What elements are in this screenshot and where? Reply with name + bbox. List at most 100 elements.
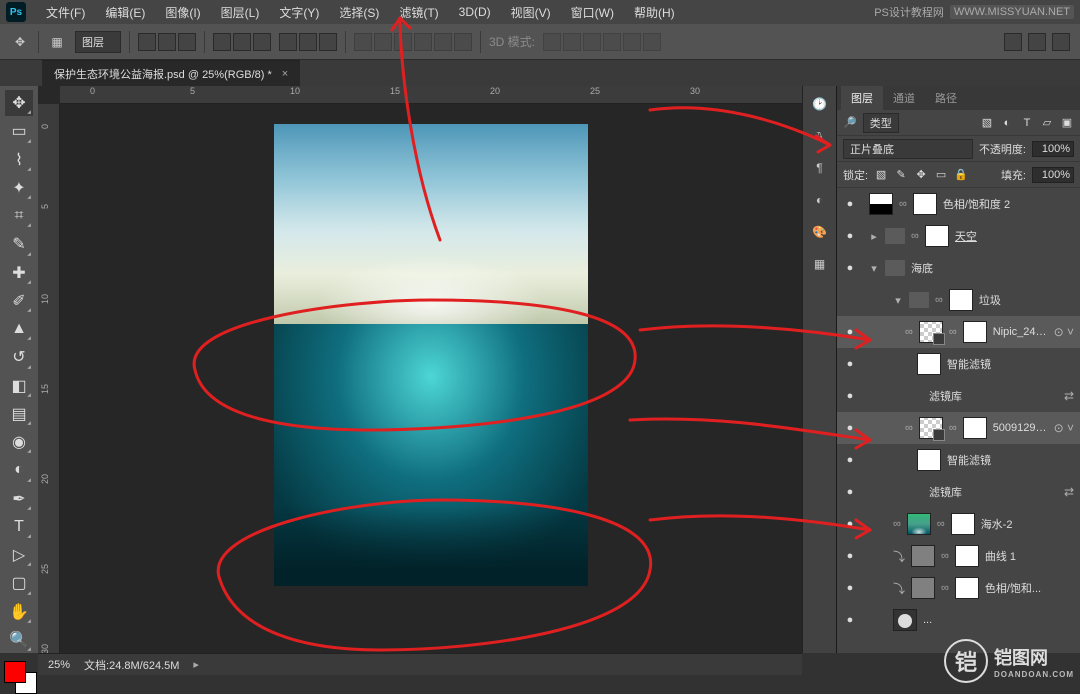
layer-name[interactable]: 海水-2	[981, 516, 1074, 532]
distribute-icon[interactable]	[354, 33, 372, 51]
layer-name[interactable]: 滤镜库	[929, 388, 1058, 404]
lasso-tool[interactable]: ⌇	[5, 147, 33, 173]
distribute-icon[interactable]	[374, 33, 392, 51]
close-icon[interactable]: ×	[282, 68, 288, 80]
libraries-icon[interactable]: ▦	[810, 254, 830, 274]
twirl-icon[interactable]	[869, 230, 879, 243]
menu-filter[interactable]: 滤镜(T)	[391, 4, 446, 21]
layer-filter-dropdown[interactable]: 类型	[863, 113, 899, 133]
layer-row[interactable]: ●∞∞50091292...⊙ ˅	[837, 412, 1080, 444]
layer-thumb[interactable]	[911, 577, 935, 599]
menu-type[interactable]: 文字(Y)	[271, 4, 327, 21]
mask-thumb[interactable]	[963, 417, 987, 439]
layer-name[interactable]: 曲线 1	[985, 548, 1074, 564]
visibility-icon[interactable]: ●	[843, 230, 857, 242]
align-icon[interactable]	[158, 33, 176, 51]
align-top-icon[interactable]	[213, 33, 231, 51]
pen-tool[interactable]: ✒	[5, 486, 33, 512]
align-bot-icon[interactable]	[253, 33, 271, 51]
stamp-tool[interactable]: ▲	[5, 316, 33, 342]
crop-tool[interactable]: ⌗	[5, 203, 33, 229]
history-brush-tool[interactable]: ↺	[5, 344, 33, 370]
menu-view[interactable]: 视图(V)	[503, 4, 559, 21]
share-icon[interactable]	[1052, 33, 1070, 51]
eraser-tool[interactable]: ◧	[5, 373, 33, 399]
filter-type-icon[interactable]: T	[1020, 116, 1034, 130]
lock-art-icon[interactable]: ▭	[934, 168, 948, 182]
color-icon[interactable]: ◐	[810, 190, 830, 210]
menu-edit[interactable]: 编辑(E)	[97, 4, 153, 21]
layer-thumb[interactable]	[919, 321, 943, 343]
visibility-icon[interactable]: ●	[843, 550, 857, 562]
layer-row[interactable]: ●∞∞海水-2	[837, 508, 1080, 540]
layer-name[interactable]: 滤镜库	[929, 484, 1058, 500]
visibility-icon[interactable]: ●	[843, 198, 857, 210]
align-icon[interactable]	[138, 33, 156, 51]
foreground-color[interactable]	[4, 661, 26, 683]
layer-thumb[interactable]	[885, 260, 905, 276]
background-color[interactable]	[15, 672, 37, 694]
filter-smart-icon[interactable]: ▣	[1060, 116, 1074, 130]
layer-thumb[interactable]	[907, 513, 931, 535]
layer-name[interactable]: ...	[923, 614, 1074, 626]
layer-name[interactable]: 垃圾	[979, 292, 1074, 308]
history-icon[interactable]: 🕑	[810, 94, 830, 114]
document-tab[interactable]: 保护生态环境公益海报.psd @ 25%(RGB/8) * ×	[42, 60, 300, 86]
layer-row[interactable]: ●...	[837, 604, 1080, 636]
zoom-tool[interactable]: 🔍	[5, 627, 33, 653]
blendmode-dropdown[interactable]: 正片叠底	[843, 139, 973, 159]
align-icon[interactable]	[178, 33, 196, 51]
visibility-icon[interactable]: ●	[843, 358, 857, 370]
menu-3d[interactable]: 3D(D)	[451, 5, 499, 19]
layer-name[interactable]: 色相/饱和...	[985, 580, 1074, 596]
menu-layer[interactable]: 图层(L)	[213, 4, 268, 21]
mask-thumb[interactable]	[955, 577, 979, 599]
layer-row[interactable]: ● 智能滤镜	[837, 348, 1080, 380]
blur-tool[interactable]: ◉	[5, 429, 33, 455]
smart-filter-icon[interactable]: ⊙ ˅	[1054, 325, 1074, 339]
menu-file[interactable]: 文件(F)	[38, 4, 93, 21]
layer-row[interactable]: ●⤵∞曲线 1	[837, 540, 1080, 572]
tab-paths[interactable]: 路径	[925, 86, 967, 110]
layer-row[interactable]: ● 滤镜库 ⇄	[837, 380, 1080, 412]
hand-tool[interactable]: ✋	[5, 599, 33, 625]
visibility-icon[interactable]: ●	[843, 262, 857, 274]
autoselect-icon[interactable]: ▦	[47, 32, 67, 52]
para-icon[interactable]: ¶	[810, 158, 830, 178]
layer-row[interactable]: ●∞天空	[837, 220, 1080, 252]
healing-tool[interactable]: ✚	[5, 260, 33, 286]
visibility-icon[interactable]: ●	[843, 614, 857, 626]
rect-tool[interactable]: ▢	[5, 570, 33, 596]
layer-name[interactable]: 天空	[955, 228, 1074, 244]
visibility-icon[interactable]: ●	[843, 582, 857, 594]
lock-brush-icon[interactable]: ✎	[894, 168, 908, 182]
layer-thumb[interactable]	[893, 609, 917, 631]
lock-pos-icon[interactable]: ✥	[914, 168, 928, 182]
twirl-icon[interactable]	[893, 294, 903, 307]
lock-pixel-icon[interactable]: ▧	[874, 168, 888, 182]
align-mid-icon[interactable]	[233, 33, 251, 51]
layer-thumb[interactable]	[911, 545, 935, 567]
visibility-icon[interactable]: ●	[843, 390, 857, 402]
mask-thumb[interactable]	[913, 193, 937, 215]
visibility-icon[interactable]: ●	[843, 518, 857, 530]
lock-all-icon[interactable]: 🔒	[954, 168, 968, 182]
gradient-tool[interactable]: ▤	[5, 401, 33, 427]
layer-name[interactable]: 智能滤镜	[947, 356, 1074, 372]
tab-channels[interactable]: 通道	[883, 86, 925, 110]
path-tool[interactable]: ▷	[5, 542, 33, 568]
opacity-value[interactable]: 100%	[1032, 141, 1074, 157]
align-right-icon[interactable]	[319, 33, 337, 51]
filter-toggle-icon[interactable]: ⇄	[1064, 389, 1074, 403]
search-icon[interactable]	[1028, 33, 1046, 51]
distribute-icon[interactable]	[394, 33, 412, 51]
autoselect-dropdown[interactable]: 图层	[75, 31, 121, 53]
mask-thumb[interactable]	[949, 289, 973, 311]
swatches-icon[interactable]: 🎨	[810, 222, 830, 242]
distribute-icon[interactable]	[434, 33, 452, 51]
tab-layers[interactable]: 图层	[841, 86, 883, 110]
twirl-icon[interactable]	[869, 262, 879, 275]
mask-thumb[interactable]	[925, 225, 949, 247]
char-icon[interactable]: 𝙰	[810, 126, 830, 146]
distribute-icon[interactable]	[454, 33, 472, 51]
